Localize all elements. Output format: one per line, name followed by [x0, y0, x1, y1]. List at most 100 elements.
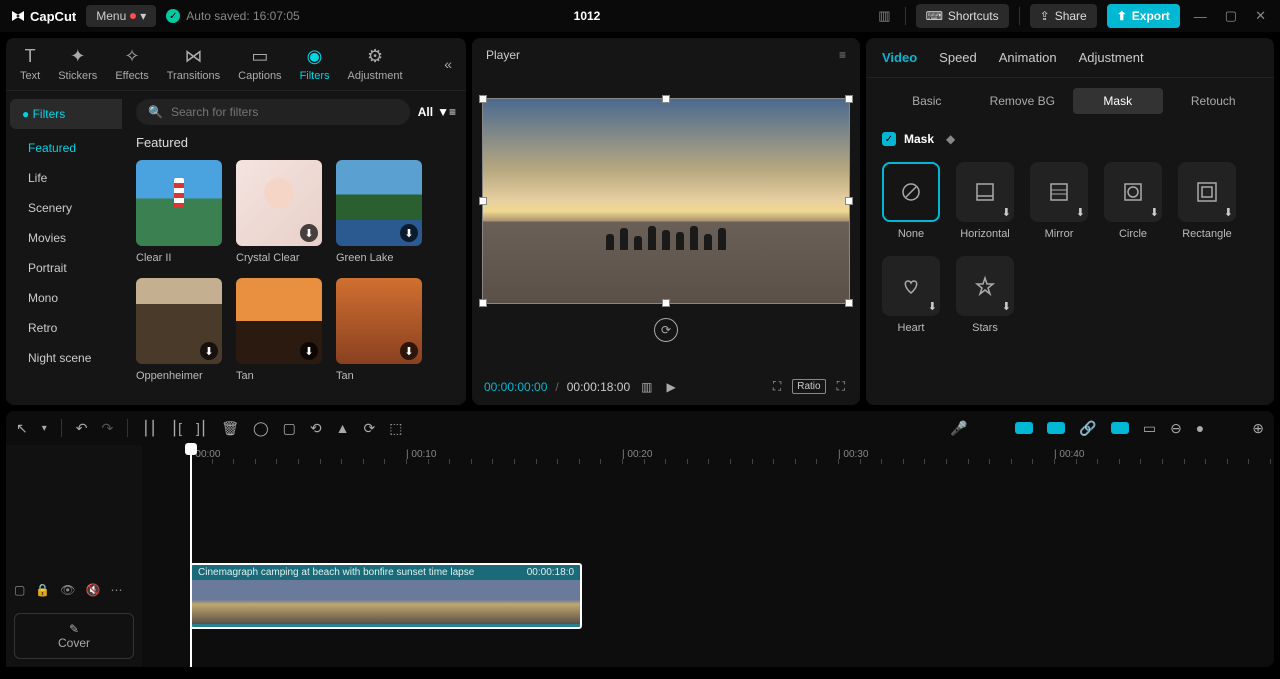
mask-checkbox[interactable]: ✓ [882, 132, 896, 146]
share-button[interactable]: ⇪ Share [1030, 4, 1097, 28]
sidebar-item-night-scene[interactable]: Night scene [10, 343, 122, 373]
timeline-ruler[interactable]: | 00:00| 00:10| 00:20| 00:30| 00:40 [142, 445, 1274, 467]
resize-handle[interactable] [662, 95, 670, 103]
mask-stars[interactable]: ⬇Stars [956, 256, 1014, 334]
resize-handle[interactable] [845, 197, 853, 205]
trim-right-icon[interactable]: ]⎮ [196, 420, 207, 437]
snap-toggle[interactable] [1015, 422, 1033, 434]
resize-handle[interactable] [479, 95, 487, 103]
sidebar-item-featured[interactable]: Featured [10, 133, 122, 163]
sidebar-item-portrait[interactable]: Portrait [10, 253, 122, 283]
tab-adjustment[interactable]: ⚙Adjustment [348, 46, 403, 82]
mask-rectangle[interactable]: ⬇Rectangle [1178, 162, 1236, 240]
lock-icon[interactable]: 🔒 [35, 583, 50, 597]
filter-thumb[interactable]: ⬇Green Lake [336, 160, 422, 264]
maximize-icon[interactable]: ▢ [1221, 8, 1241, 24]
crop-icon[interactable]: ⬚ [389, 420, 402, 437]
all-filter-button[interactable]: All ▼≡ [418, 105, 456, 119]
tab-captions[interactable]: ▭Captions [238, 46, 281, 82]
video-clip[interactable]: Cinemagraph camping at beach with bonfir… [190, 563, 582, 629]
filter-thumb[interactable]: ⬇Tan [336, 278, 422, 382]
menu-button[interactable]: Menu ▾ [86, 5, 156, 27]
mask-heart[interactable]: ⬇Heart [882, 256, 940, 334]
delete-icon[interactable]: 🗑 [221, 420, 239, 437]
mic-icon[interactable]: 🎤 [950, 420, 967, 437]
more-icon[interactable]: ⋯ [110, 583, 122, 597]
trim-left-icon[interactable]: ⎮[ [171, 420, 182, 437]
zoom-in-icon[interactable]: ⊕ [1252, 420, 1264, 437]
frame-icon[interactable]: ▢ [283, 420, 296, 437]
inspector-tab-adjustment[interactable]: Adjustment [1079, 50, 1144, 65]
tab-text[interactable]: TText [20, 46, 40, 82]
preview-toggle[interactable] [1111, 422, 1129, 434]
mask-mirror[interactable]: ⬇Mirror [1030, 162, 1088, 240]
shortcuts-button[interactable]: ⌨ Shortcuts [916, 4, 1009, 28]
collapse-icon[interactable]: « [444, 56, 452, 72]
mask-circle[interactable]: ⬇Circle [1104, 162, 1162, 240]
record-icon[interactable]: ▭ [1143, 420, 1156, 437]
resize-handle[interactable] [662, 299, 670, 307]
layout-icon[interactable]: ▥ [874, 8, 894, 24]
chevron-down-icon[interactable]: ▾ [42, 423, 47, 434]
resize-handle[interactable] [845, 95, 853, 103]
tab-transitions[interactable]: ⋈Transitions [167, 46, 220, 82]
minimize-icon[interactable]: — [1190, 9, 1211, 24]
sidebar-item-scenery[interactable]: Scenery [10, 193, 122, 223]
tab-filters[interactable]: ◉Filters [300, 46, 330, 82]
resize-handle[interactable] [479, 299, 487, 307]
fullscreen-icon[interactable]: ⛶ [834, 376, 848, 397]
timeline-tracks[interactable]: | 00:00| 00:10| 00:20| 00:30| 00:40 Cine… [142, 445, 1274, 667]
scale-icon[interactable]: ⛶ [770, 376, 784, 397]
filter-thumb[interactable]: ⬇Crystal Clear [236, 160, 322, 264]
tab-effects[interactable]: ✧Effects [115, 46, 148, 82]
mirror-icon[interactable]: ▲ [336, 420, 350, 436]
subtab-remove-bg[interactable]: Remove BG [978, 88, 1068, 114]
inspector-tab-animation[interactable]: Animation [999, 50, 1057, 65]
ratio-button[interactable]: Ratio [792, 379, 825, 394]
blank-icon[interactable]: ▢ [14, 583, 25, 597]
subtab-mask[interactable]: Mask [1073, 88, 1163, 114]
sidebar-item-retro[interactable]: Retro [10, 313, 122, 343]
subtab-retouch[interactable]: Retouch [1169, 88, 1259, 114]
mask-horizontal[interactable]: ⬇Horizontal [956, 162, 1014, 240]
preview-canvas[interactable] [482, 98, 850, 304]
playhead[interactable] [190, 445, 192, 667]
close-icon[interactable]: ✕ [1251, 8, 1270, 24]
split-icon[interactable]: ⎮⎮ [142, 420, 157, 437]
resize-handle[interactable] [845, 299, 853, 307]
keyframe-icon[interactable]: ◆ [946, 132, 955, 146]
play-icon[interactable]: ▶ [664, 377, 679, 397]
tab-stickers[interactable]: ✦Stickers [58, 46, 97, 82]
magnet-toggle[interactable] [1047, 422, 1065, 434]
inspector-tab-speed[interactable]: Speed [939, 50, 977, 65]
undo-icon[interactable]: ↶ [76, 420, 88, 437]
mask-none[interactable]: None [882, 162, 940, 240]
sidebar-item-movies[interactable]: Movies [10, 223, 122, 253]
cover-button[interactable]: ✎ Cover [14, 613, 134, 659]
sidebar-item-mono[interactable]: Mono [10, 283, 122, 313]
filter-thumb[interactable]: ⬇Tan [236, 278, 322, 382]
search-box[interactable]: 🔍 [136, 99, 410, 125]
redo-icon[interactable]: ↷ [102, 420, 114, 437]
filter-thumb[interactable]: ⬇Oppenheimer [136, 278, 222, 382]
inspector-tab-video[interactable]: Video [882, 50, 917, 65]
zoom-out-icon[interactable]: ⊖ [1170, 420, 1182, 437]
sidebar-item-life[interactable]: Life [10, 163, 122, 193]
filter-thumb[interactable]: Clear II [136, 160, 222, 264]
rotate-icon[interactable]: ⟳ [363, 420, 375, 437]
pointer-icon[interactable]: ↖ [16, 420, 28, 437]
rotate-icon[interactable]: ⟳ [654, 318, 678, 342]
resize-handle[interactable] [479, 197, 487, 205]
search-input[interactable] [171, 105, 398, 119]
mark-icon[interactable]: ◯ [253, 420, 269, 437]
eye-icon[interactable]: 👁 [60, 583, 75, 597]
sidebar-filters[interactable]: ● Filters [10, 99, 122, 129]
zoom-slider-icon[interactable]: ● [1196, 420, 1204, 436]
reverse-icon[interactable]: ⟲ [310, 420, 322, 437]
subtab-basic[interactable]: Basic [882, 88, 972, 114]
player-menu-icon[interactable]: ≡ [839, 48, 846, 62]
export-button[interactable]: ⬆ Export [1107, 4, 1180, 28]
mute-icon[interactable]: 🔇 [86, 583, 101, 597]
layout-columns-icon[interactable]: ▥ [638, 377, 655, 397]
link-icon[interactable]: 🔗 [1079, 420, 1096, 437]
